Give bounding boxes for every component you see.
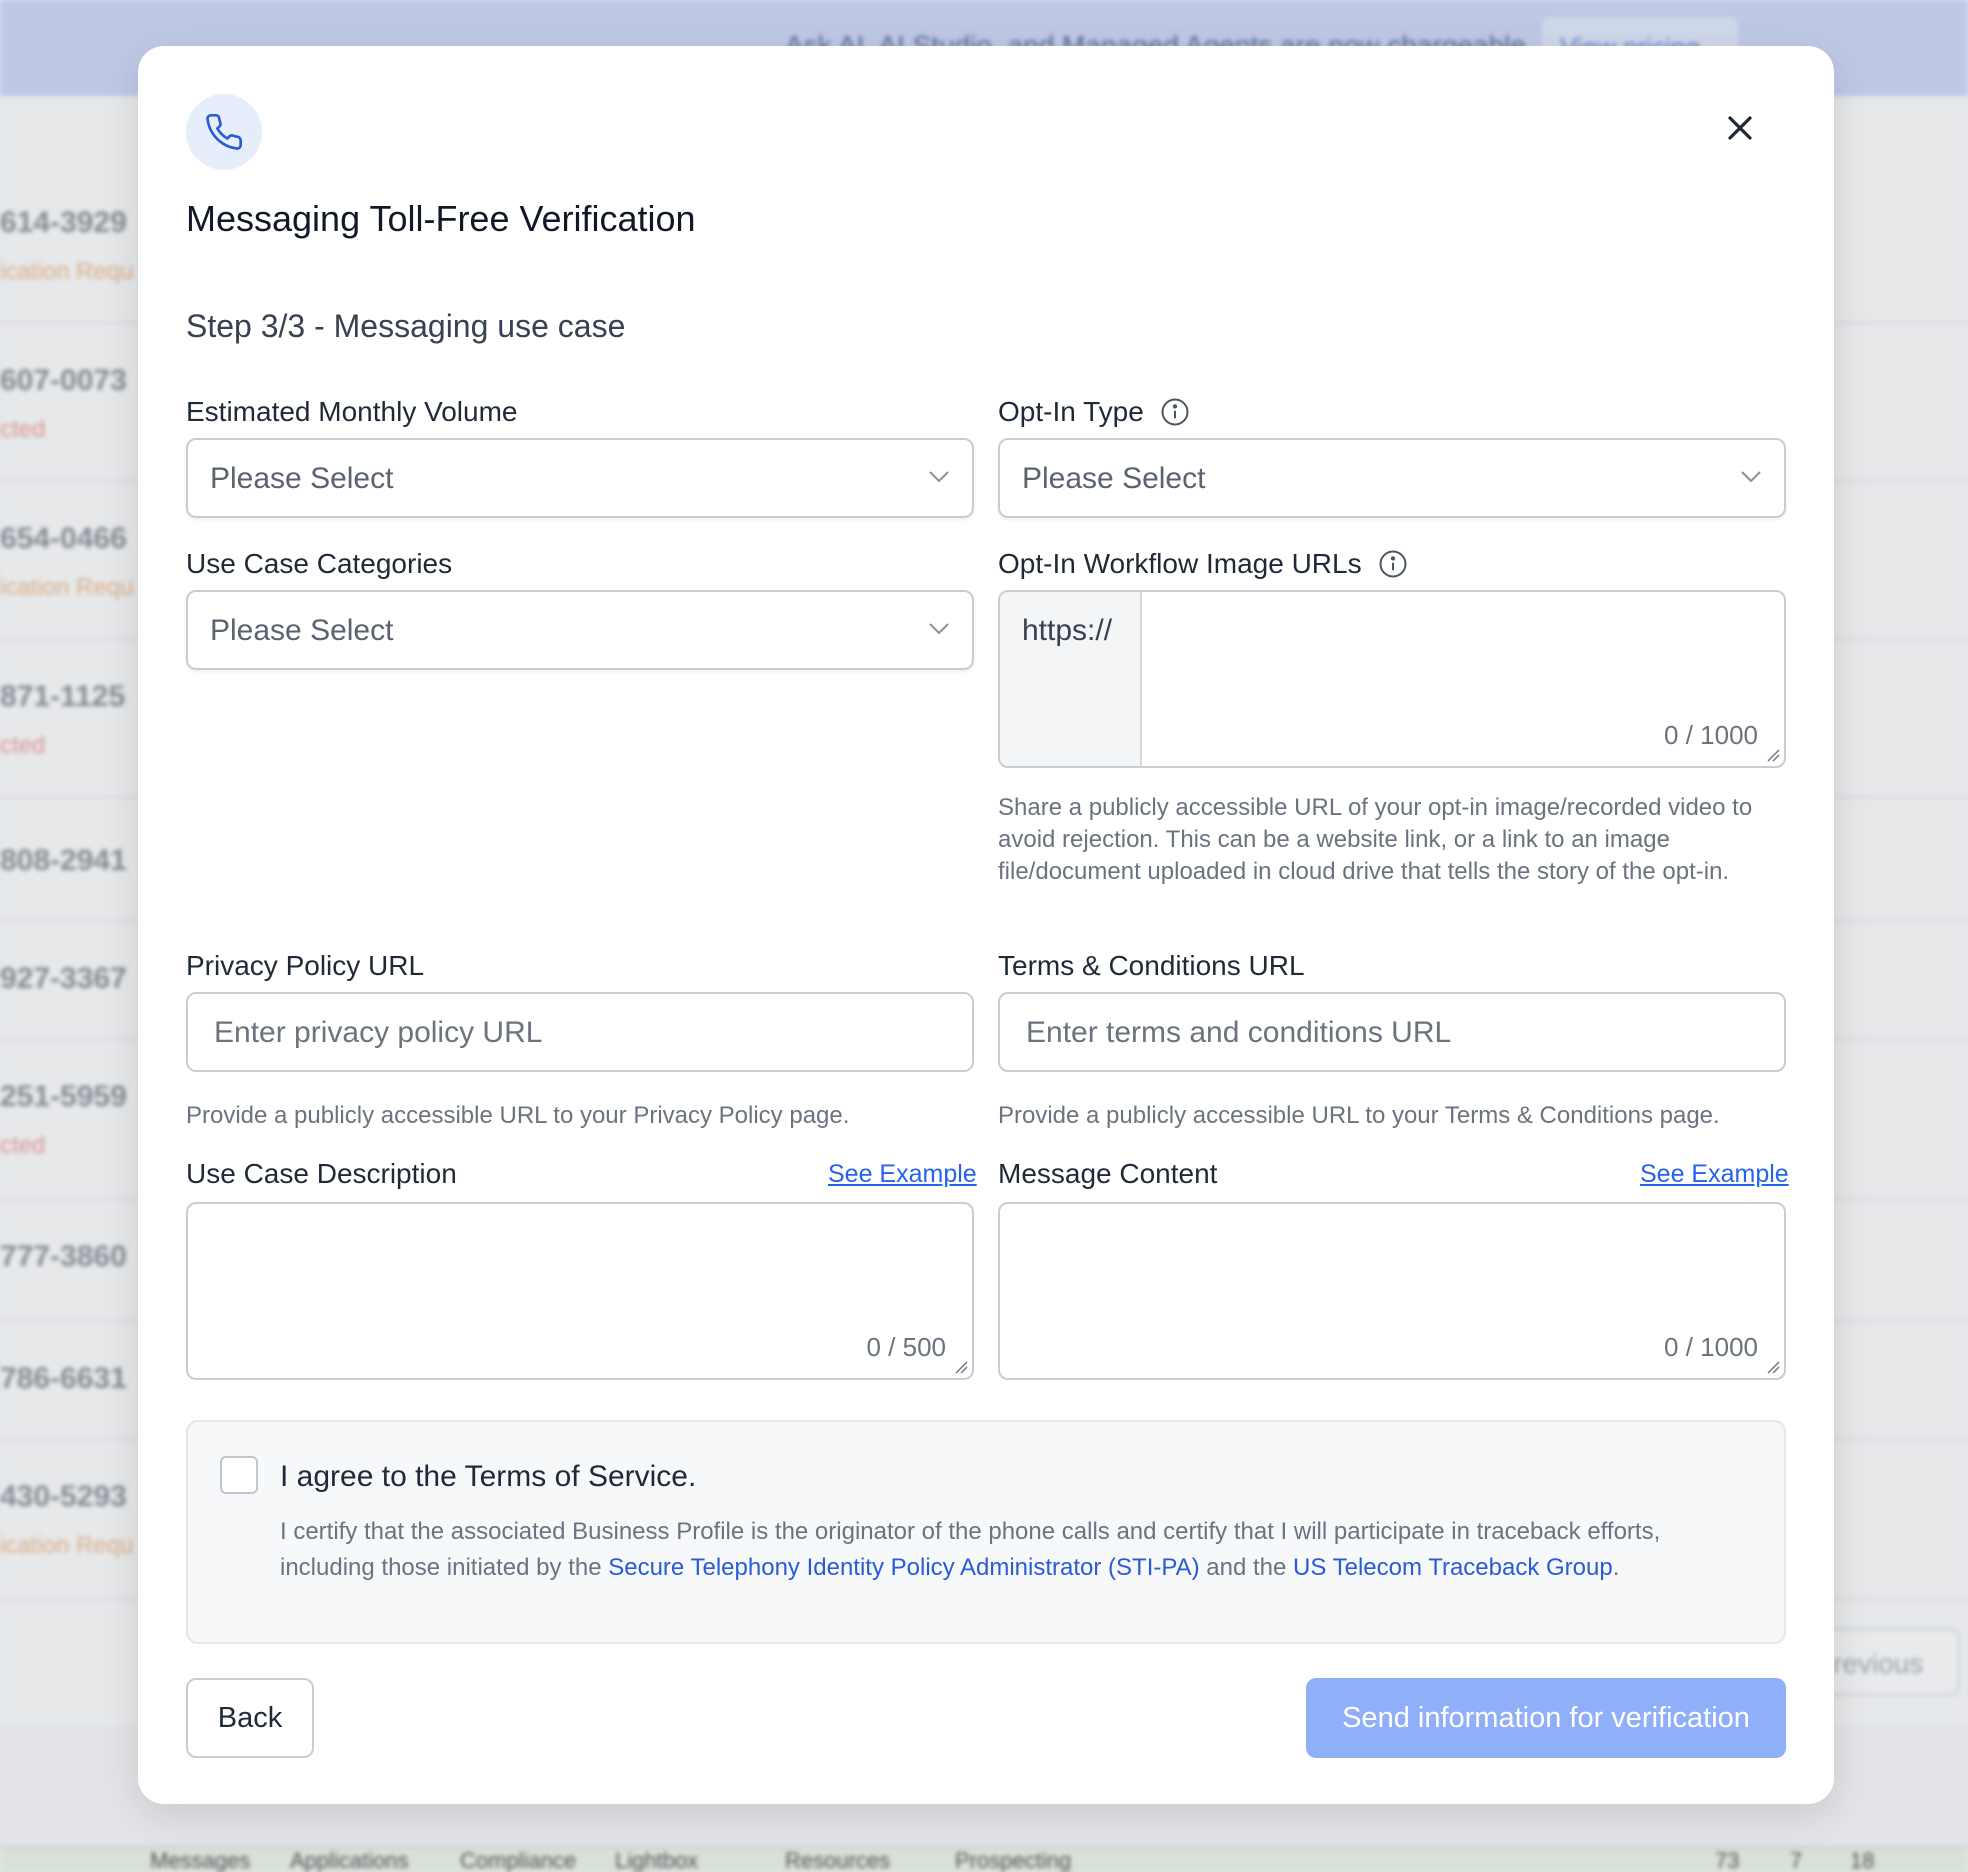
- estimated-volume-label: Estimated Monthly Volume: [186, 396, 518, 427]
- chevron-down-icon: [929, 623, 949, 635]
- use-case-description-label: Use Case Description: [186, 1158, 457, 1189]
- send-for-verification-button[interactable]: Send information for verification: [1306, 1678, 1786, 1758]
- sti-pa-link[interactable]: Secure Telephony Identity Policy Adminis…: [608, 1554, 1199, 1581]
- close-button[interactable]: [1720, 108, 1760, 148]
- agree-description: I certify that the associated Business P…: [280, 1514, 1750, 1586]
- use-case-categories-select[interactable]: Please Select: [186, 590, 974, 670]
- estimated-volume-select[interactable]: Please Select: [186, 438, 974, 518]
- opt-in-type-select[interactable]: Please Select: [998, 438, 1786, 518]
- opt-in-type-label: Opt-In Type: [998, 396, 1190, 428]
- use-case-see-example-link[interactable]: See Example: [828, 1160, 977, 1189]
- use-case-categories-label: Use Case Categories: [186, 548, 453, 579]
- agree-checkbox[interactable]: [220, 1456, 258, 1494]
- phone-icon: [186, 94, 262, 170]
- input-placeholder: Enter terms and conditions URL: [1026, 1016, 1452, 1049]
- opt-in-workflow-help: Share a publicly accessible URL of your …: [998, 794, 1753, 885]
- terms-conditions-help: Provide a publicly accessible URL to you…: [998, 1102, 1720, 1129]
- opt-in-workflow-label: Opt-In Workflow Image URLs: [998, 548, 1408, 580]
- resize-handle-icon[interactable]: [954, 1360, 968, 1374]
- traceback-group-link[interactable]: US Telecom Traceback Group: [1293, 1554, 1613, 1581]
- agree-text-part: and the: [1199, 1554, 1294, 1581]
- terms-agreement-panel: I agree to the Terms of Service. I certi…: [186, 1420, 1786, 1644]
- chevron-down-icon: [1741, 471, 1761, 483]
- privacy-policy-help: Provide a publicly accessible URL to you…: [186, 1102, 850, 1129]
- message-content-textarea[interactable]: 0 / 1000: [998, 1202, 1786, 1380]
- opt-in-workflow-url-input[interactable]: https:// 0 / 1000: [998, 590, 1786, 768]
- privacy-policy-label: Privacy Policy URL: [186, 950, 425, 981]
- info-icon[interactable]: [1160, 397, 1190, 427]
- close-icon: [1728, 116, 1752, 140]
- step-heading: Step 3/3 - Messaging use case: [186, 308, 626, 344]
- url-prefix: https://: [1000, 592, 1142, 766]
- back-button[interactable]: Back: [186, 1678, 314, 1758]
- message-content-see-example-link[interactable]: See Example: [1640, 1160, 1789, 1189]
- agree-text-part: .: [1612, 1554, 1620, 1581]
- resize-handle-icon[interactable]: [1766, 1360, 1780, 1374]
- privacy-policy-input[interactable]: Enter privacy policy URL: [186, 992, 974, 1072]
- select-placeholder: Please Select: [210, 462, 394, 495]
- message-content-label: Message Content: [998, 1158, 1218, 1189]
- terms-conditions-input[interactable]: Enter terms and conditions URL: [998, 992, 1786, 1072]
- chevron-down-icon: [929, 471, 949, 483]
- use-case-description-textarea[interactable]: 0 / 500: [186, 1202, 974, 1380]
- character-counter: 0 / 1000: [1664, 720, 1758, 750]
- input-placeholder: Enter privacy policy URL: [214, 1016, 543, 1049]
- agree-title: I agree to the Terms of Service.: [280, 1460, 697, 1493]
- terms-conditions-label: Terms & Conditions URL: [998, 950, 1305, 981]
- resize-handle-icon[interactable]: [1766, 748, 1780, 762]
- select-placeholder: Please Select: [1022, 462, 1206, 495]
- modal-title: Messaging Toll-Free Verification: [186, 198, 696, 239]
- character-counter: 0 / 500: [866, 1332, 946, 1362]
- info-icon[interactable]: [1378, 549, 1408, 579]
- toll-free-verification-modal: Messaging Toll-Free Verification Step 3/…: [138, 46, 1834, 1804]
- select-placeholder: Please Select: [210, 614, 394, 647]
- character-counter: 0 / 1000: [1664, 1332, 1758, 1362]
